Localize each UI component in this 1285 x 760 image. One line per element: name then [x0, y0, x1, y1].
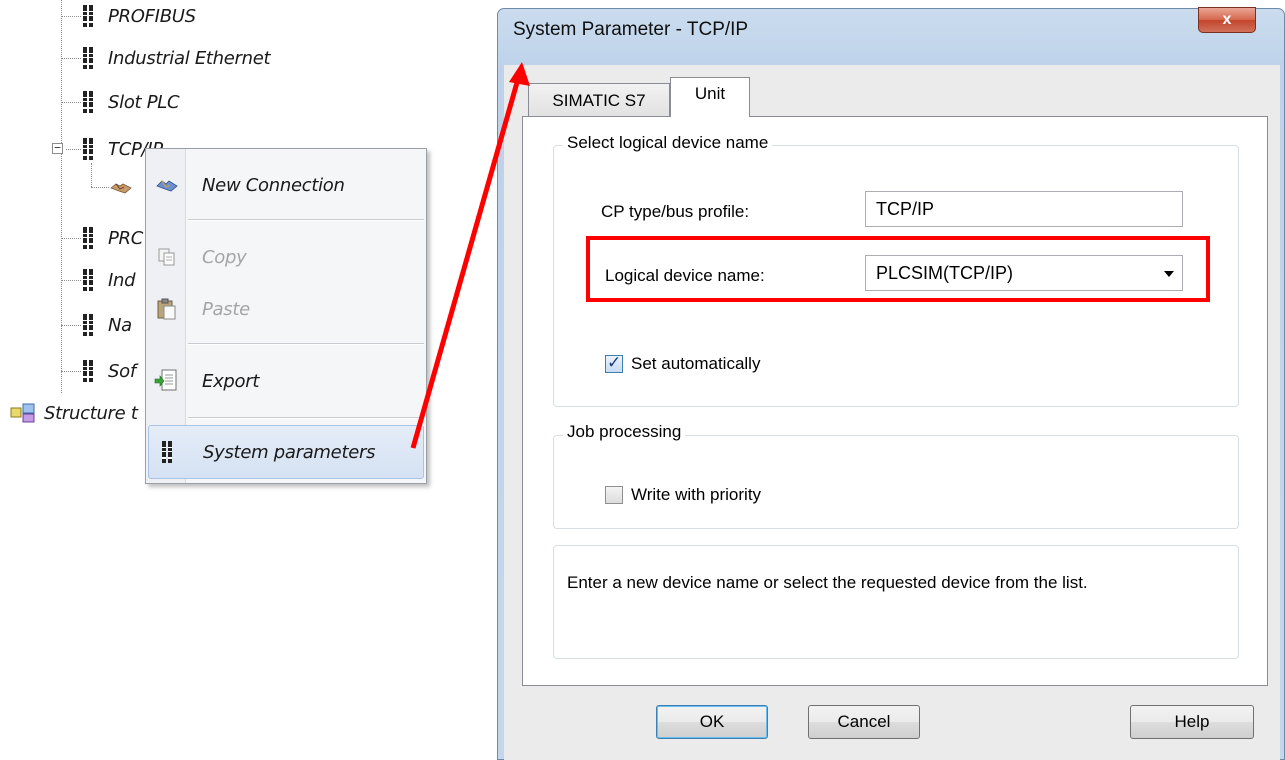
group-title-job-processing: Job processing — [563, 422, 686, 442]
tree-item-label: Slot PLC — [108, 91, 180, 113]
dialog-body: SIMATIC S7 Unit Select logical device na… — [504, 65, 1280, 760]
structure-label: Structure t — [44, 402, 138, 424]
help-button[interactable]: Help — [1130, 705, 1254, 739]
group-title-select-device: Select logical device name — [563, 133, 773, 153]
menu-item-label: Copy — [202, 246, 247, 268]
write-priority-checkbox[interactable] — [605, 486, 623, 504]
menu-item-label: System parameters — [203, 441, 376, 463]
cp-type-label: CP type/bus profile: — [601, 202, 750, 221]
network-bus-icon — [82, 3, 96, 29]
tree-item-industrial-ethernet[interactable]: Industrial Ethernet — [82, 43, 271, 73]
new-connection-icon — [148, 157, 186, 213]
tree-item-profibus[interactable]: PROFIBUS — [82, 1, 196, 31]
menu-item-paste[interactable]: Paste — [148, 281, 424, 337]
close-button[interactable]: x — [1198, 7, 1256, 33]
help-text: Enter a new device name or select the re… — [567, 573, 1088, 592]
menu-item-system-parameters[interactable]: System parameters — [148, 425, 424, 479]
button-label: OK — [699, 712, 725, 731]
cp-type-field: TCP/IP — [865, 191, 1183, 227]
tree-guide-line — [61, 58, 81, 59]
tree-guide-line — [91, 163, 92, 187]
menu-item-copy[interactable]: Copy — [148, 229, 424, 285]
tab-simatic-s7[interactable]: SIMATIC S7 — [528, 83, 670, 117]
tree-guide-line — [61, 102, 81, 103]
tree-item-label: PRC — [108, 227, 144, 249]
tree-guide-line — [61, 325, 81, 326]
tree-guide-line — [61, 16, 81, 17]
system-parameters-icon — [149, 424, 187, 480]
network-bus-icon — [82, 45, 96, 71]
tab-unit[interactable]: Unit — [670, 77, 750, 117]
structure-icon — [10, 403, 35, 423]
tree-collapse-toggle[interactable]: − — [52, 142, 63, 154]
network-bus-icon — [82, 267, 96, 293]
menu-separator — [188, 219, 424, 221]
menu-item-label: New Connection — [202, 174, 345, 196]
copy-icon — [148, 229, 186, 285]
network-bus-icon — [82, 225, 96, 251]
button-label: Help — [1174, 712, 1210, 731]
tree-item-structure[interactable]: Structure t — [10, 402, 138, 424]
network-bus-icon — [82, 312, 96, 338]
paste-icon — [148, 281, 186, 337]
ok-button[interactable]: OK — [656, 705, 768, 739]
menu-item-label: Paste — [202, 298, 250, 320]
tree-guide-line — [91, 187, 109, 188]
network-bus-icon — [82, 89, 96, 115]
tab-page-unit: Select logical device name CP type/bus p… — [522, 116, 1268, 686]
tree-guide-line — [61, 238, 81, 239]
cp-type-value: TCP/IP — [876, 198, 935, 219]
tree-item-label: Sof — [108, 360, 136, 382]
tree-item-slot-plc[interactable]: Slot PLC — [82, 87, 180, 117]
tree-guide-line — [61, 371, 81, 372]
button-label: Cancel — [837, 712, 891, 731]
close-icon: x — [1222, 11, 1232, 28]
tab-label: Unit — [694, 84, 726, 103]
cancel-button[interactable]: Cancel — [808, 705, 920, 739]
menu-separator — [188, 417, 424, 419]
dialog-title: System Parameter - TCP/IP — [513, 19, 749, 40]
menu-item-label: Export — [202, 370, 260, 392]
tree-item-label: Na — [108, 314, 132, 336]
write-priority-label[interactable]: Write with priority — [631, 485, 761, 505]
tree-item-named[interactable]: Na — [82, 310, 132, 340]
menu-item-new-connection[interactable]: New Connection — [148, 157, 424, 213]
tree-guide-line — [61, 280, 81, 281]
tree-item-label: Ind — [108, 269, 136, 291]
menu-separator — [188, 343, 424, 345]
tree-item-profinet[interactable]: PRC — [82, 223, 143, 253]
help-text-box — [553, 545, 1239, 659]
tree-item-industrial[interactable]: Ind — [82, 265, 136, 295]
tab-label: SIMATIC S7 — [552, 90, 646, 110]
annotation-highlight-box — [586, 236, 1210, 302]
menu-item-export[interactable]: Export — [148, 353, 424, 409]
connection-handshake-icon[interactable] — [110, 179, 132, 195]
network-bus-icon — [82, 358, 96, 384]
tree-item-label: Industrial Ethernet — [108, 47, 271, 69]
set-automatically-checkbox[interactable] — [605, 353, 623, 373]
context-menu: New Connection Copy Paste Export System … — [145, 148, 427, 484]
tree-item-soft[interactable]: Sof — [82, 356, 136, 386]
set-automatically-label[interactable]: Set automatically — [631, 354, 760, 374]
tree-item-label: PROFIBUS — [108, 5, 196, 27]
group-job-processing — [553, 435, 1239, 529]
export-icon — [148, 353, 186, 409]
network-bus-icon — [82, 136, 96, 162]
system-parameter-dialog: System Parameter - TCP/IP x SIMATIC S7 U… — [497, 7, 1285, 760]
tree-guide-line — [66, 149, 81, 150]
